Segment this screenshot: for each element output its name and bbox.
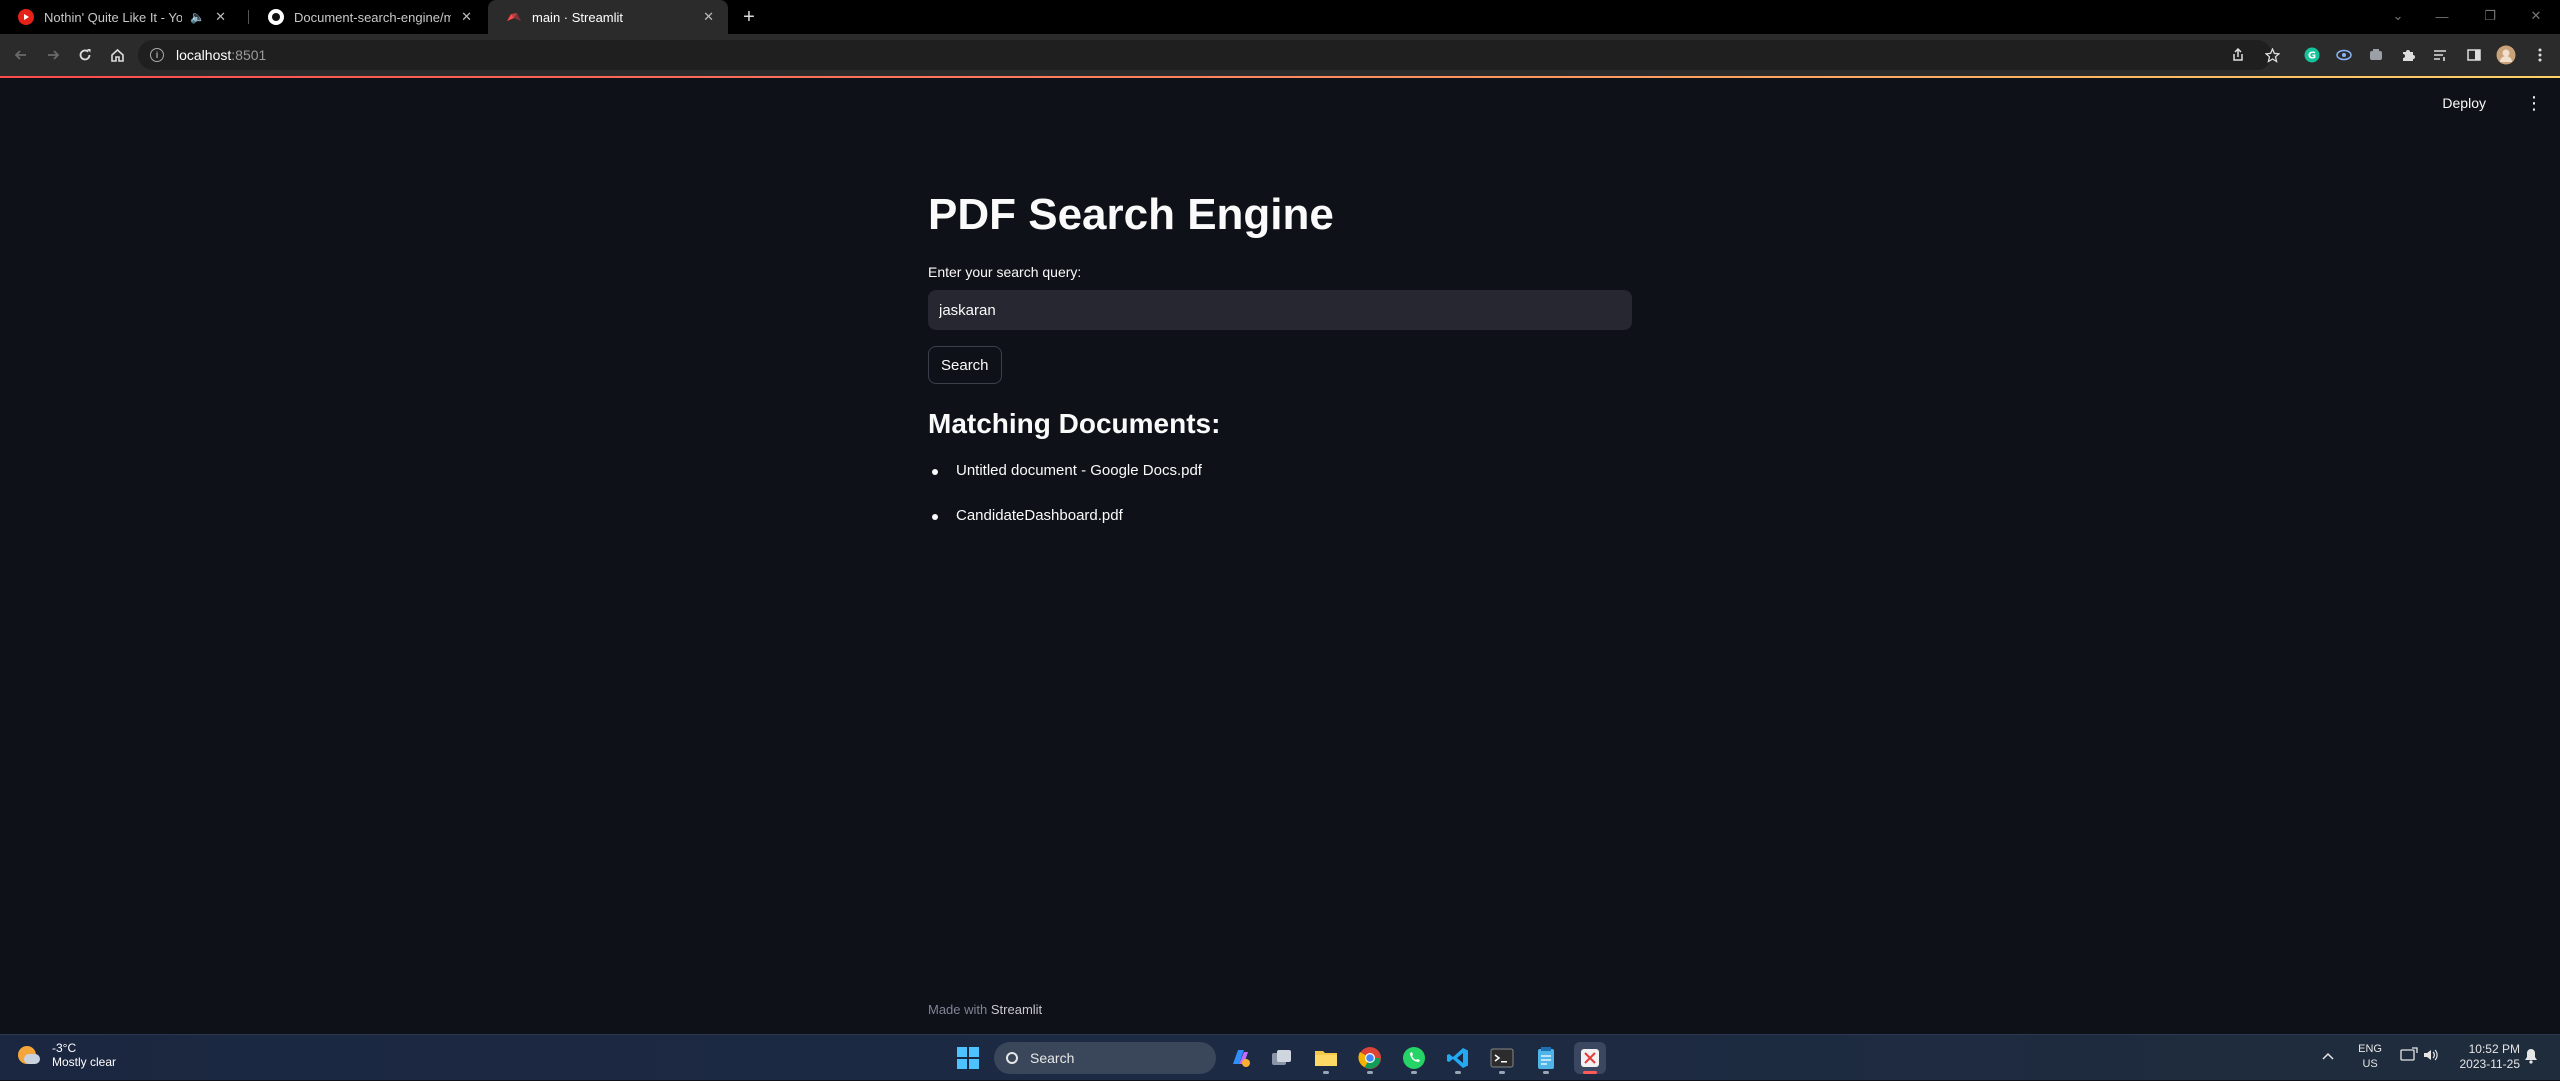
url-port: :8501: [231, 47, 267, 63]
language-region: US: [2362, 1058, 2378, 1070]
language-code: ENG: [2358, 1043, 2382, 1055]
vscode-icon[interactable]: [1442, 1042, 1474, 1074]
file-explorer-icon[interactable]: [1310, 1042, 1342, 1074]
search-query-label: Enter your search query:: [928, 264, 1082, 280]
grammarly-extension-icon[interactable]: G: [2302, 45, 2322, 65]
browser-toolbar: i localhost :8501 G: [0, 34, 2560, 76]
forward-button[interactable]: [40, 42, 66, 68]
close-tab-icon[interactable]: ✕: [461, 9, 472, 25]
search-button[interactable]: Search: [928, 346, 1002, 384]
tab-youtube[interactable]: Nothin' Quite Like It - YouT 🔈 ✕: [0, 0, 240, 34]
windows-taskbar: -3°C Mostly clear Search ENG US 10:52 PM…: [0, 1034, 2560, 1080]
start-button[interactable]: [952, 1042, 984, 1074]
tab-github[interactable]: Document-search-engine/main. ✕: [250, 0, 486, 34]
maximize-button[interactable]: ❐: [2472, 3, 2508, 29]
copilot-app-icon[interactable]: [1224, 1042, 1256, 1074]
footer: Made with Streamlit: [928, 1002, 1042, 1017]
result-item: CandidateDashboard.pdf: [928, 505, 1202, 550]
minimize-button[interactable]: —: [2424, 3, 2460, 29]
weather-widget[interactable]: -3°C Mostly clear: [16, 1041, 116, 1069]
window-close-button[interactable]: ✕: [2518, 3, 2554, 29]
show-hidden-icons-chevron-icon[interactable]: [2322, 1048, 2334, 1063]
task-view-icon[interactable]: [1266, 1042, 1298, 1074]
site-info-icon[interactable]: i: [150, 48, 164, 62]
back-button[interactable]: [8, 42, 34, 68]
network-icon[interactable]: [2400, 1047, 2418, 1066]
language-indicator[interactable]: ENG US: [2358, 1042, 2382, 1072]
streamlit-icon: [506, 9, 522, 25]
extensions-puzzle-icon[interactable]: [2398, 45, 2418, 65]
notepad-icon[interactable]: [1530, 1042, 1562, 1074]
search-icon: [1006, 1052, 1018, 1064]
back-arrow-icon: [14, 50, 26, 60]
results-list: Untitled document - Google Docs.pdf Cand…: [928, 460, 1202, 550]
eye-extension-icon[interactable]: [2334, 45, 2354, 65]
page-title: PDF Search Engine: [928, 190, 1334, 239]
browser-tab-strip: Nothin' Quite Like It - YouT 🔈 ✕ Documen…: [0, 0, 2560, 34]
streamlit-app: Deploy ⋮ PDF Search Engine Enter your se…: [0, 78, 2560, 1034]
footer-prefix: Made with: [928, 1002, 991, 1017]
chrome-icon[interactable]: [1354, 1042, 1386, 1074]
tab-title: main · Streamlit: [532, 9, 624, 25]
github-icon: [268, 9, 284, 25]
svg-text:G: G: [2308, 51, 2316, 62]
profile-avatar[interactable]: [2496, 45, 2516, 65]
address-bar[interactable]: i localhost :8501: [138, 40, 2272, 70]
results-heading: Matching Documents:: [928, 408, 1221, 439]
taskbar-search-label: Search: [1030, 1050, 1075, 1066]
tab-divider: [248, 10, 249, 24]
taskbar-clock[interactable]: 10:52 PM 2023-11-25: [2460, 1042, 2521, 1072]
tab-title: Nothin' Quite Like It - YouT: [44, 9, 183, 25]
clock-date: 2023-11-25: [2459, 1057, 2521, 1071]
streamlit-link[interactable]: Streamlit: [991, 1002, 1042, 1017]
url-host: localhost: [176, 47, 232, 63]
close-tab-icon[interactable]: ✕: [703, 9, 714, 25]
close-tab-icon[interactable]: ✕: [215, 9, 226, 25]
youtube-icon: [18, 9, 34, 25]
taskbar-search[interactable]: Search: [994, 1042, 1216, 1074]
windows-logo-icon: [957, 1047, 979, 1069]
reload-button[interactable]: [72, 42, 98, 68]
whatsapp-icon[interactable]: [1398, 1042, 1430, 1074]
side-panel-icon[interactable]: [2464, 45, 2484, 65]
bookmark-star-icon[interactable]: [2262, 45, 2282, 65]
weather-icon: [16, 1042, 42, 1068]
home-button[interactable]: [104, 42, 130, 68]
tab-title: Document-search-engine/main.: [294, 9, 452, 25]
speaker-icon[interactable]: 🔈: [190, 10, 205, 24]
result-item: Untitled document - Google Docs.pdf: [928, 460, 1202, 505]
notification-bell-icon[interactable]: [2524, 1048, 2538, 1067]
reading-list-icon[interactable]: [2430, 45, 2450, 65]
reload-icon: [79, 49, 91, 61]
terminal-icon[interactable]: [1486, 1042, 1518, 1074]
new-tab-button[interactable]: +: [736, 4, 762, 30]
extension-app-icon[interactable]: [2366, 45, 2386, 65]
forward-arrow-icon: [48, 50, 60, 60]
tab-search-icon[interactable]: ⌄: [2380, 3, 2416, 29]
clock-time: 10:52 PM: [2468, 1042, 2520, 1056]
weather-condition: Mostly clear: [52, 1055, 117, 1069]
deploy-button[interactable]: Deploy: [2434, 91, 2494, 115]
tab-streamlit[interactable]: main · Streamlit ✕: [488, 0, 728, 34]
search-input[interactable]: [928, 290, 1632, 330]
main-menu-icon[interactable]: ⋮: [2522, 91, 2546, 115]
weather-temperature: -3°C: [52, 1041, 77, 1055]
browser-menu-icon[interactable]: [2530, 45, 2550, 65]
snipping-tool-icon[interactable]: [1574, 1042, 1606, 1074]
volume-icon[interactable]: [2422, 1047, 2440, 1066]
share-icon[interactable]: [2228, 45, 2248, 65]
home-icon: [110, 48, 124, 62]
